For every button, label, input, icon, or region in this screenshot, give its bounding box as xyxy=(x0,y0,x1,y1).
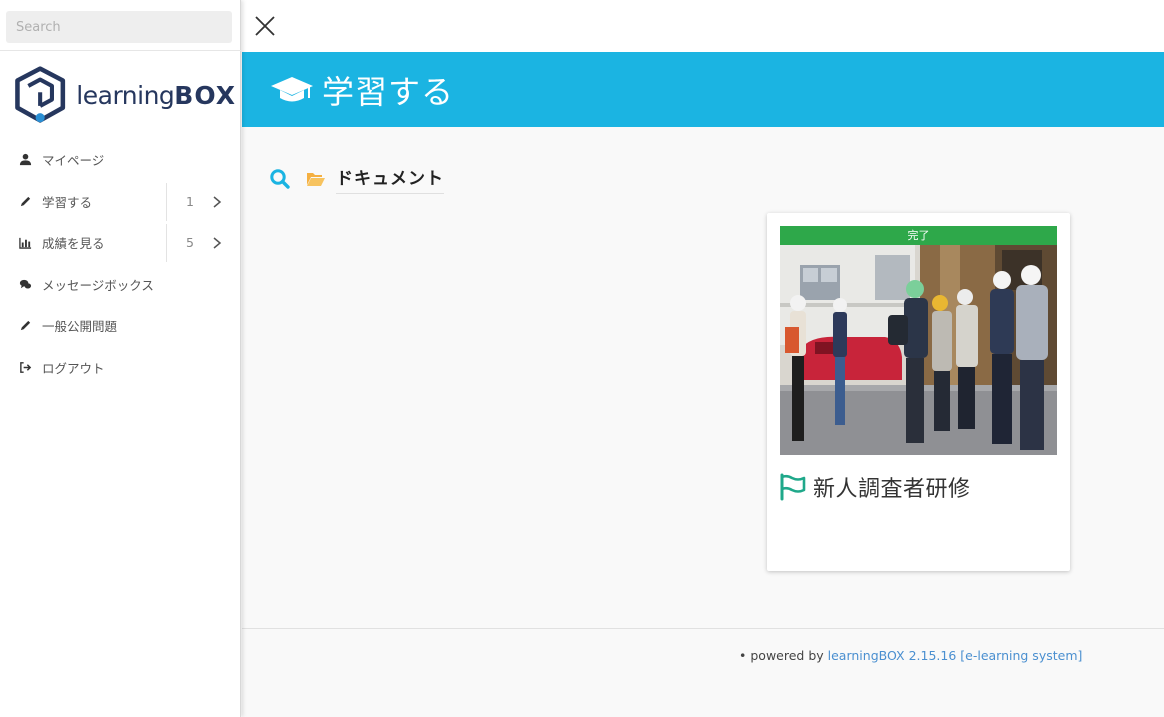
chevron-right-icon[interactable] xyxy=(210,236,224,250)
pencil-icon xyxy=(17,318,33,334)
topbar xyxy=(242,0,1164,52)
page-title: 学習する xyxy=(322,72,455,111)
sidebar: learningBOX マイページ 学習する 1 成績を見る 5 xyxy=(0,0,241,717)
chevron-right-icon[interactable] xyxy=(210,195,224,209)
divider xyxy=(166,224,167,262)
sidebar-item-label: マイページ xyxy=(42,153,105,169)
search-box xyxy=(6,11,232,43)
bullet: • xyxy=(739,648,751,663)
sidebar-item-label: 成績を見る xyxy=(42,236,105,252)
sidebar-item-grades[interactable]: 成績を見る 5 xyxy=(0,222,241,264)
sidebar-item-label: ログアウト xyxy=(42,360,105,376)
sidebar-item-messagebox[interactable]: メッセージボックス xyxy=(0,264,241,306)
sidebar-item-label: 学習する xyxy=(42,194,93,210)
flag-icon xyxy=(780,473,806,501)
pencil-icon xyxy=(17,193,33,209)
search-input[interactable] xyxy=(6,11,232,43)
logo[interactable]: learningBOX xyxy=(12,62,236,128)
breadcrumb: ドキュメント xyxy=(269,164,444,194)
search-icon[interactable] xyxy=(269,168,291,190)
sidebar-nav: マイページ 学習する 1 成績を見る 5 メッセージボックス 一般公開問題 ログ… xyxy=(0,139,241,388)
close-icon[interactable] xyxy=(250,11,280,41)
folder-open-icon xyxy=(307,173,325,186)
page-header: 学習する xyxy=(242,52,1164,127)
divider xyxy=(0,50,241,51)
sidebar-item-mypage[interactable]: マイページ xyxy=(0,139,241,181)
footer-prefix: powered by xyxy=(750,648,824,663)
sidebar-item-learn[interactable]: 学習する 1 xyxy=(0,181,241,223)
item-count: 5 xyxy=(186,235,194,250)
sign-out-icon xyxy=(17,359,33,375)
logo-text: learningBOX xyxy=(76,80,236,110)
graduation-cap-icon xyxy=(271,76,313,101)
course-photo xyxy=(780,245,1057,455)
course-card[interactable]: 完了 新人調査者研修 xyxy=(767,213,1070,571)
footer-system-link[interactable]: [e-learning system] xyxy=(960,648,1082,663)
sidebar-item-logout[interactable]: ログアウト xyxy=(0,347,241,389)
item-count: 1 xyxy=(186,193,194,209)
course-title: 新人調査者研修 xyxy=(813,477,971,502)
card-title-row: 新人調査者研修 xyxy=(779,471,971,503)
sidebar-item-label: メッセージボックス xyxy=(42,277,154,293)
footer-product-link[interactable]: learningBOX 2.15.16 xyxy=(828,648,957,663)
comments-icon xyxy=(17,276,33,292)
divider xyxy=(242,628,1164,629)
status-badge: 完了 xyxy=(780,226,1057,245)
logo-cube-icon xyxy=(15,66,66,123)
footer: • powered by learningBOX 2.15.16 [e-lear… xyxy=(739,648,1082,663)
divider xyxy=(166,182,167,221)
user-icon xyxy=(17,152,33,168)
chart-icon xyxy=(17,235,33,251)
main-content: 学習する ドキュメント 完了 新人調査者研修 • powered by lear… xyxy=(242,0,1164,717)
sidebar-item-public-questions[interactable]: 一般公開問題 xyxy=(0,305,241,347)
breadcrumb-folder-label[interactable]: ドキュメント xyxy=(336,164,444,194)
sidebar-item-label: 一般公開問題 xyxy=(42,319,118,335)
